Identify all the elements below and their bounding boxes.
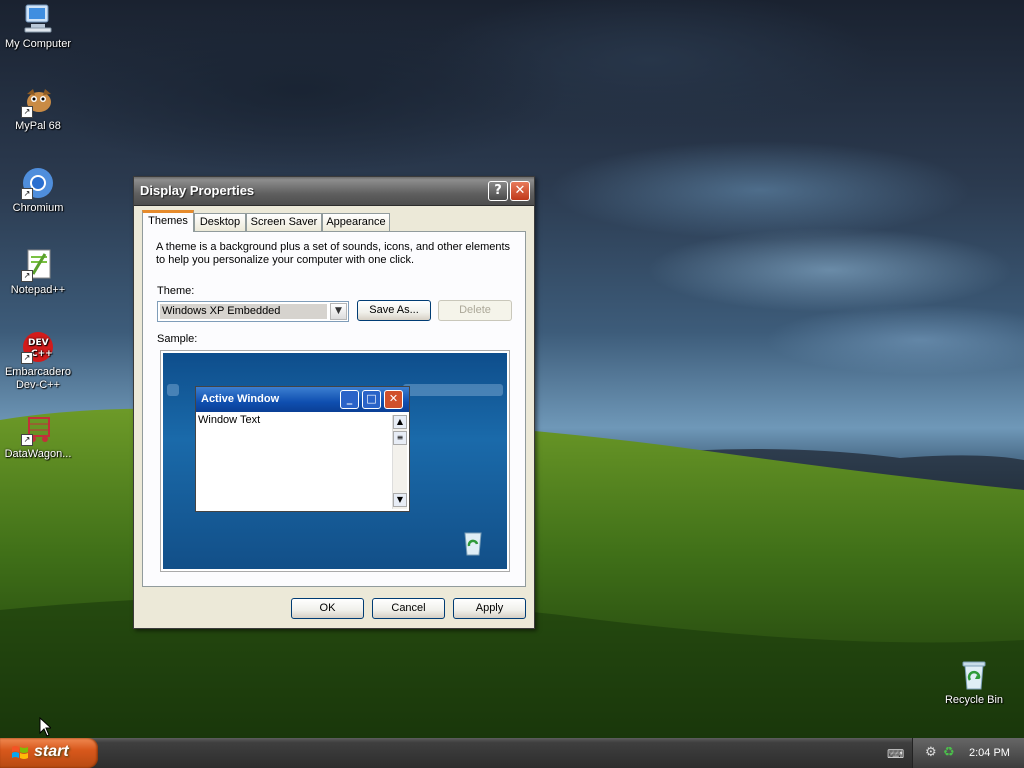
shortcut-arrow-icon: ↗ bbox=[21, 352, 33, 364]
dialog-titlebar[interactable]: Display Properties ? ✕ bbox=[134, 177, 534, 206]
save-as-button[interactable]: Save As... bbox=[357, 300, 431, 321]
clock[interactable]: 2:04 PM bbox=[969, 747, 1010, 759]
mouse-pointer-icon bbox=[39, 717, 51, 737]
tab-screen-saver[interactable]: Screen Saver bbox=[246, 213, 322, 231]
minimize-icon: _ bbox=[340, 390, 359, 409]
sample-desktop: Active Window _ □ ✕ Window Text ▲ ≡ ▼ bbox=[163, 353, 507, 569]
themes-panel: A theme is a background plus a set of so… bbox=[142, 231, 526, 587]
desktop-icon-datawagon[interactable]: ↗ DataWagon... bbox=[0, 412, 76, 461]
recycle-bin-icon bbox=[957, 658, 991, 692]
sample-window-title: Active Window bbox=[201, 393, 280, 405]
svg-text:C++: C++ bbox=[31, 349, 53, 359]
notepad-plus-plus-icon: ↗ bbox=[21, 248, 55, 282]
datawagon-icon: ↗ bbox=[21, 412, 55, 446]
scroll-down-icon: ▼ bbox=[393, 493, 407, 507]
desktop-icon-dev-cpp[interactable]: DEV C++ ↗ Embarcadero Dev-C++ bbox=[0, 330, 76, 392]
sample-window-titlebar: Active Window _ □ ✕ bbox=[196, 387, 409, 412]
taskbar: start ⌨ ⚙ ♻ 2:04 PM bbox=[0, 738, 1024, 768]
desktop-icon-label: DataWagon... bbox=[4, 448, 72, 460]
sample-window-text: Window Text bbox=[198, 414, 261, 426]
ok-button[interactable]: OK bbox=[291, 598, 364, 619]
windows-flag-icon bbox=[12, 746, 28, 759]
shortcut-arrow-icon: ↗ bbox=[21, 106, 33, 118]
system-tray: ⌨ ⚙ ♻ 2:04 PM bbox=[887, 738, 1024, 768]
sample-decoration bbox=[167, 384, 179, 396]
desktop-icon-my-computer[interactable]: My Computer bbox=[0, 2, 76, 51]
svg-text:DEV: DEV bbox=[28, 338, 49, 348]
tab-desktop[interactable]: Desktop bbox=[194, 213, 246, 231]
theme-select-value: Windows XP Embedded bbox=[160, 304, 327, 319]
chevron-down-icon[interactable]: ▼ bbox=[330, 303, 347, 320]
desktop-icon-chromium[interactable]: ↗ Chromium bbox=[0, 166, 76, 215]
sample-decoration bbox=[403, 384, 503, 396]
help-button[interactable]: ? bbox=[488, 181, 508, 201]
sample-active-window: Active Window _ □ ✕ Window Text ▲ ≡ ▼ bbox=[195, 386, 410, 512]
start-label: start bbox=[34, 743, 69, 760]
dev-cpp-icon: DEV C++ ↗ bbox=[21, 330, 55, 364]
sample-scrollbar: ▲ ≡ ▼ bbox=[392, 415, 407, 509]
theme-sample-preview: Active Window _ □ ✕ Window Text ▲ ≡ ▼ bbox=[160, 350, 510, 572]
desktop-icon-label: Chromium bbox=[12, 202, 64, 214]
desktop-icon-label: My Computer bbox=[4, 38, 72, 50]
recycle-tray-icon[interactable]: ♻ bbox=[943, 745, 955, 760]
theme-description: A theme is a background plus a set of so… bbox=[156, 241, 511, 266]
sample-recycle-bin-icon bbox=[458, 527, 488, 560]
desktop-icon-label-line2: Dev-C++ bbox=[15, 379, 61, 391]
desktop-icon-mypal[interactable]: ↗ MyPal 68 bbox=[0, 84, 76, 133]
keyboard-icon[interactable]: ⌨ bbox=[887, 747, 904, 761]
tab-appearance[interactable]: Appearance bbox=[322, 213, 390, 231]
theme-select[interactable]: Windows XP Embedded ▼ bbox=[157, 301, 349, 322]
maximize-icon: □ bbox=[362, 390, 381, 409]
tab-themes[interactable]: Themes bbox=[142, 210, 194, 232]
scroll-thumb: ≡ bbox=[393, 431, 407, 445]
desktop-icon-label: MyPal 68 bbox=[15, 120, 61, 132]
computer-icon bbox=[21, 2, 55, 36]
desktop-icon-label: Notepad++ bbox=[10, 284, 66, 296]
close-button[interactable]: ✕ bbox=[510, 181, 530, 201]
dialog-title: Display Properties bbox=[140, 183, 255, 198]
chromium-icon: ↗ bbox=[21, 166, 55, 200]
close-icon: ✕ bbox=[384, 390, 403, 409]
theme-label: Theme: bbox=[157, 285, 195, 297]
network-icon[interactable]: ⚙ bbox=[925, 745, 937, 760]
desktop-icon-label-line1: Embarcadero bbox=[4, 366, 72, 378]
display-properties-dialog[interactable]: Display Properties ? ✕ Themes Desktop Sc… bbox=[133, 176, 535, 629]
cancel-button[interactable]: Cancel bbox=[372, 598, 445, 619]
shortcut-arrow-icon: ↗ bbox=[21, 270, 33, 282]
desktop-icon-notepad-plus-plus[interactable]: ↗ Notepad++ bbox=[0, 248, 76, 297]
mypal-icon: ↗ bbox=[21, 84, 55, 118]
scroll-up-icon: ▲ bbox=[393, 415, 407, 429]
delete-button[interactable]: Delete bbox=[438, 300, 512, 321]
sample-label: Sample: bbox=[157, 333, 198, 345]
start-button[interactable]: start bbox=[0, 738, 98, 768]
shortcut-arrow-icon: ↗ bbox=[21, 188, 33, 200]
desktop-icon-recycle-bin[interactable]: Recycle Bin bbox=[936, 658, 1012, 707]
shortcut-arrow-icon: ↗ bbox=[21, 434, 33, 446]
apply-button[interactable]: Apply bbox=[453, 598, 526, 619]
desktop-icon-label: Recycle Bin bbox=[944, 694, 1004, 706]
